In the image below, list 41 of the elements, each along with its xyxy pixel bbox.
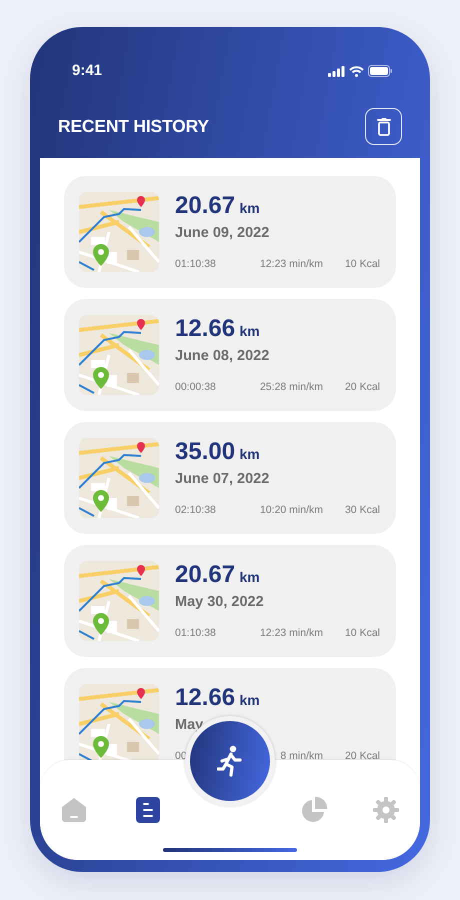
run-calories: 30 Kcal [344,503,380,518]
distance-value: 12.66 [175,684,236,711]
run-calories: 10 Kcal [344,257,380,272]
run-date: June 09, 2022 [175,225,270,241]
distance-unit: km [240,569,260,585]
run-duration: 00:00:38 [175,380,217,395]
distance-value: 35.00 [175,438,236,465]
run-card[interactable]: 35.00 km June 07, 2022 02:10:38 10:20 min/km 30 Kcal [64,422,396,534]
distance-unit: km [240,200,260,216]
run-card[interactable]: 12.66 km June 08, 2022 00:00:38 25:28 min/km 20 Kcal [64,299,396,411]
runner-icon [217,745,243,777]
page-title: RECENT HISTORY [58,115,209,138]
run-date: May 30, 2022 [175,594,264,610]
run-pace: 12:23 min/km [258,257,323,272]
run-pace: 10:20 min/km [258,503,323,518]
run-calories: 10 Kcal [344,626,380,641]
run-date: June 08, 2022 [175,348,270,364]
trash-icon [376,118,390,136]
run-pace: 8 min/km [279,749,323,760]
run-duration: 01:10:38 [175,626,217,641]
battery-icon [368,65,392,77]
run-card[interactable]: 20.67 km May 30, 2022 01:10:38 12:23 min/km 10 Kcal [64,545,396,657]
distance-unit: km [240,323,260,339]
run-pace: 25:28 min/km [258,380,323,395]
distance-unit: km [240,692,260,708]
status-time: 9:41 [72,60,102,81]
list-icon[interactable] [134,796,162,824]
wifi-icon [349,66,364,76]
distance-unit: km [240,446,260,462]
distance-value: 12.66 [175,315,236,342]
signal-icon [328,66,345,76]
delete-button[interactable] [365,108,402,145]
run-duration: 02:10:38 [175,503,217,518]
run-pace: 12:23 min/km [258,626,323,641]
run-calories: 20 Kcal [344,380,380,395]
run-calories: 20 Kcal [344,749,380,760]
run-date: June 07, 2022 [175,471,270,487]
distance-value: 20.67 [175,561,236,588]
distance-value: 20.67 [175,192,236,219]
run-duration: 01:10:38 [175,257,217,272]
run-card[interactable]: 20.67 km June 09, 2022 01:10:38 12:23 min/km 10 Kcal [64,176,396,288]
